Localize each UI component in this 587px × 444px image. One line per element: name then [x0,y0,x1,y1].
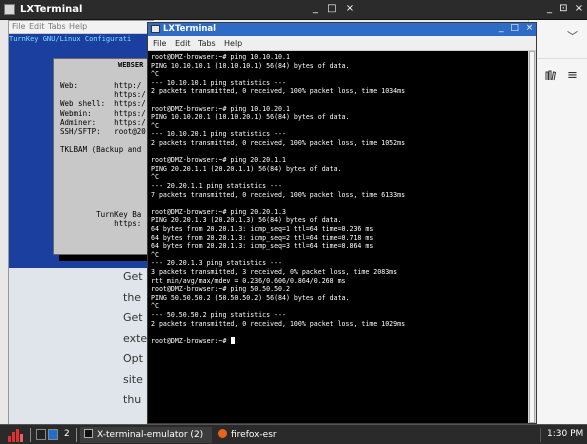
back-menu-help[interactable]: Help [69,22,87,31]
webpage-text-fragment: the [123,290,142,304]
terminal-line: --- 20.20.1.1 ping statistics --- [151,182,283,190]
dialog-line: TurnKey Ba [60,209,142,219]
active-terminal-window[interactable]: LXTerminal _ □ × File Edit Tabs Help roo… [147,22,537,424]
turnkey-console: TurnKey GNU/Linux Configurati WEBSER Web… [9,34,155,268]
webpage-text-fragment: site [123,372,143,386]
terminal-icon [84,429,93,438]
desktop-number: 2 [64,429,70,439]
clock: 1:30 PM [547,429,584,439]
outer-titlebar[interactable]: LXTerminal _ □ × _ ⊡ × [0,0,587,20]
terminal-output[interactable]: root@DMZ-browser:~# ping 10.10.10.1 PING … [148,51,528,423]
terminal-line: 2 packets transmitted, 0 received, 100% … [151,139,406,147]
terminal-line: --- 10.10.20.1 ping statistics --- [151,130,286,139]
back-menu-file[interactable]: File [12,22,25,31]
active-window-title: LXTerminal [163,24,217,34]
taskbar-divider [76,428,77,442]
chevron-down-icon[interactable]: ﹀ [567,28,578,44]
task-label: firefox-esr [231,430,277,440]
terminal-line: root@DMZ-browser:~# ping 10.10.20.1 [151,104,290,113]
desktop-1-button[interactable] [36,429,46,440]
webpage-text-fragment: Opt [123,352,143,365]
terminal-line: PING 10.10.10.1 (10.10.10.1) 56(84) byte… [151,61,350,70]
back-menu-edit[interactable]: Edit [29,22,45,31]
terminal-line: ^C [151,121,159,130]
background-webpage: Get the Get exte Opt site thu [9,268,155,425]
outer-window-controls[interactable]: _ □ × [313,3,357,14]
webpage-text-fragment: Get [123,311,143,324]
terminal-line: root@DMZ-browser:~# ping 50.50.50.2 [151,285,290,294]
webpage-text-fragment: thu [123,393,142,406]
terminal-line: root@DMZ-browser:~# [151,336,236,345]
app-menu-icon[interactable] [8,428,26,442]
back-menu-tabs[interactable]: Tabs [48,22,66,31]
desktop-2-button[interactable] [48,429,58,440]
background-menubar: File Edit Tabs Help [9,21,155,34]
dialog-line: Webmin: https:/ [60,108,146,118]
active-window-controls[interactable]: _ □ × [499,23,535,33]
terminal-line: ^C [151,302,159,311]
terminal-line: ^C [151,70,159,79]
tray-divider [540,428,541,442]
toolbar-divider [529,58,587,59]
taskbar-divider [30,428,31,442]
taskbar: 2 X-terminal-emulator (2) firefox-esr 1:… [0,424,587,444]
dialog-line: Web shell: https:/ [60,99,146,109]
terminal-line: rtt min/avg/max/mdev = 0.236/0.606/0.864… [151,276,346,285]
terminal-line: 64 bytes from 20.20.1.3: icmp_seq=3 ttl=… [151,242,374,251]
terminal-scrollbar[interactable] [528,51,536,423]
turnkey-header: TurnKey GNU/Linux Configurati [9,35,132,43]
terminal-line: ^C [151,173,159,182]
terminal-line: --- 20.20.1.3 ping statistics --- [151,259,283,268]
firefox-icon [218,429,227,438]
terminal-line: --- 50.50.50.2 ping statistics --- [151,311,286,319]
terminal-line: root@DMZ-browser:~# ping 20.20.1.3 [151,207,286,216]
outer-window-title: LXTerminal [20,4,83,15]
dialog-line: Web: http:/ [60,81,142,90]
webpage-text-fragment: Get [123,270,143,283]
turnkey-services-dialog: WEBSER Web: http:/ https:/Web shell: htt… [53,58,155,255]
menu-tabs[interactable]: Tabs [198,39,216,48]
terminal-line: root@DMZ-browser:~# ping 10.10.10.1 [151,53,290,61]
dialog-line: Adminer: https:/ [60,117,146,127]
terminal-app-icon [151,25,160,33]
terminal-line: PING 10.10.20.1 (10.10.20.1) 56(84) byte… [151,113,350,122]
terminal-line: 3 packets transmitted, 3 received, 0% pa… [151,268,398,276]
terminal-line: root@DMZ-browser:~# ping 20.20.1.1 [151,156,286,165]
terminal-app-icon [4,4,15,15]
task-label: X-terminal-emulator (2) [97,430,204,440]
dialog-line: https: [60,219,142,228]
terminal-line: 64 bytes from 20.20.1.3: icmp_seq=1 ttl=… [151,225,374,233]
menu-help[interactable]: Help [224,39,242,48]
terminal-line: 64 bytes from 20.20.1.3: icmp_seq=2 ttl=… [151,233,374,242]
scrollbar-thumb[interactable] [529,51,535,423]
dialog-line: https:/ [60,90,146,100]
terminal-line: PING 20.20.1.1 (20.20.1.1) 56(84) bytes … [151,164,342,173]
terminal-line: 2 packets transmitted, 0 received, 100% … [151,319,406,328]
terminal-line: PING 50.50.50.2 (50.50.50.2) 56(84) byte… [151,293,350,302]
terminal-line: ^C [151,250,159,259]
background-terminal-window: File Edit Tabs Help TurnKey GNU/Linux Co… [8,20,155,425]
menubar: File Edit Tabs Help [148,36,536,51]
task-firefox[interactable]: firefox-esr [214,427,344,443]
webpage-text-fragment: exte [123,331,148,345]
dialog-line: SSH/SFTP: root@20 [60,127,146,136]
terminal-line: PING 20.20.1.3 (20.20.1.3) 56(84) bytes … [151,216,342,225]
dialog-title: WEBSER [118,61,144,69]
dialog-line: TKLBAM (Backup and [60,145,142,155]
text-cursor [231,336,236,344]
menu-file[interactable]: File [153,39,166,48]
task-terminal[interactable]: X-terminal-emulator (2) [80,427,212,443]
terminal-line: 7 packets transmitted, 0 received, 100% … [151,190,406,199]
library-icon[interactable] [545,70,557,84]
firefox-window-controls[interactable]: _ ⊡ × [547,3,585,14]
terminal-line: --- 10.10.10.1 ping statistics --- [151,78,286,87]
active-titlebar[interactable]: LXTerminal _ □ × [148,23,536,36]
menu-edit[interactable]: Edit [175,39,191,48]
hamburger-icon[interactable]: ≡ [567,68,578,83]
terminal-line: 2 packets transmitted, 0 received, 100% … [151,87,406,96]
